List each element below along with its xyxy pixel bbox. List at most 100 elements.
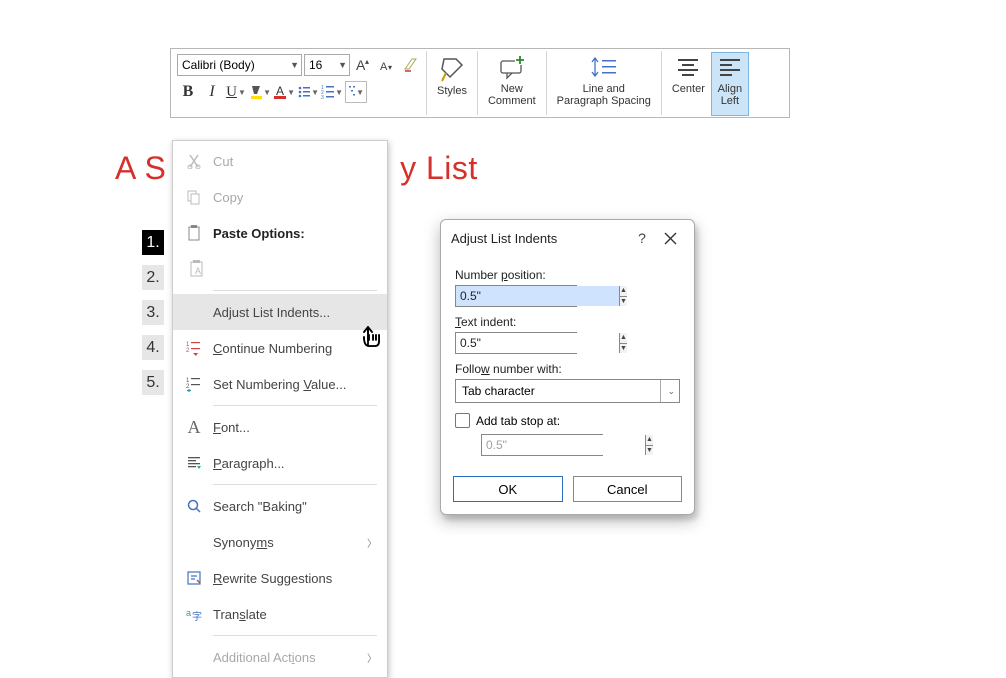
chevron-down-icon: ▼ [263, 88, 271, 97]
decrease-font-size-button[interactable]: A▾ [376, 54, 398, 76]
list-item[interactable]: 4. [142, 335, 164, 360]
styles-button[interactable]: Styles [431, 52, 473, 116]
follow-number-label: Follow number with: [455, 362, 680, 376]
menu-item-copy[interactable]: Copy [173, 179, 387, 215]
menu-item-cut[interactable]: Cut [173, 143, 387, 179]
dialog-buttons: OK Cancel [441, 466, 694, 514]
text-indent-spinner[interactable]: ▲▼ [455, 332, 577, 354]
line-spacing-button[interactable]: Line and Paragraph Spacing [551, 52, 657, 116]
pointer-cursor-icon [358, 324, 390, 356]
chevron-down-icon: ▼ [356, 88, 364, 97]
numbering-button[interactable]: 1 2 3 ▼ [321, 81, 343, 103]
font-name-combo[interactable]: Calibri (Body) ▼ [177, 54, 302, 76]
svg-text:A: A [380, 61, 388, 73]
underline-label: U [226, 84, 237, 101]
svg-text:A: A [195, 266, 201, 276]
font-color-icon: A [273, 84, 286, 100]
align-left-button[interactable]: Align Left [711, 52, 749, 116]
tab-stop-input [482, 435, 645, 455]
submenu-arrow-icon: 〉 [367, 535, 377, 550]
list-item[interactable]: 3. [142, 300, 164, 325]
number-position-spinner[interactable]: ▲▼ [455, 285, 577, 307]
menu-item-continue-numbering[interactable]: 12 Continue Numbering [173, 330, 387, 366]
svg-text:字: 字 [192, 610, 202, 622]
menu-item-set-numbering-value[interactable]: 12 Set Numbering Value... [173, 366, 387, 402]
chevron-down-icon: ⌄ [660, 380, 675, 402]
spinner-buttons: ▲▼ [645, 435, 653, 455]
copy-icon [183, 189, 205, 205]
menu-item-paragraph[interactable]: Paragraph... [173, 445, 387, 481]
menu-item-synonyms[interactable]: Synonyms 〉 [173, 524, 387, 560]
rewrite-icon [183, 570, 205, 586]
list-item[interactable]: 5. [142, 370, 164, 395]
clear-formatting-button[interactable] [400, 54, 422, 76]
new-comment-label-2: Comment [488, 95, 536, 107]
context-menu: Cut Copy Paste Options: A Adjust List In… [172, 140, 388, 678]
multilevel-list-icon [348, 84, 355, 100]
increase-font-size-button[interactable]: A▴ [352, 54, 374, 76]
help-button[interactable]: ? [628, 224, 656, 252]
spinner-down-icon[interactable]: ▼ [620, 344, 627, 354]
font-size-combo[interactable]: 16 ▼ [304, 54, 350, 76]
number-position-input[interactable] [456, 286, 619, 306]
bullets-button[interactable]: ▼ [297, 81, 319, 103]
italic-button[interactable]: I [201, 81, 223, 103]
menu-item-additional-actions[interactable]: Additional Actions 〉 [173, 639, 387, 675]
menu-item-rewrite[interactable]: Rewrite Suggestions [173, 560, 387, 596]
search-icon [183, 498, 205, 514]
underline-button[interactable]: U▼ [225, 81, 247, 103]
cancel-button[interactable]: Cancel [573, 476, 683, 502]
separator [213, 405, 377, 406]
menu-label: Font... [213, 420, 250, 435]
adjust-list-indents-dialog: Adjust List Indents ? Number position: ▲… [440, 219, 695, 515]
align-left-icon [717, 55, 743, 81]
cut-icon [183, 153, 205, 169]
font-color-button[interactable]: A ▼ [273, 81, 295, 103]
paste-text-icon: A [187, 260, 209, 278]
new-comment-button[interactable]: New Comment [482, 52, 542, 116]
font-size-value: 16 [309, 58, 322, 72]
bold-button[interactable]: B [177, 81, 199, 103]
menu-label: Search "Baking" [213, 499, 307, 514]
menu-item-adjust-list-indents[interactable]: Adjust List Indents... [173, 294, 387, 330]
svg-text:▾: ▾ [388, 63, 392, 72]
center-button[interactable]: Center [666, 52, 711, 116]
menu-item-paste-options: Paste Options: [173, 215, 387, 251]
menu-item-paste-keep-text[interactable]: A [173, 251, 387, 287]
spinner-down-icon: ▼ [646, 446, 653, 456]
menu-label: Cut [213, 154, 233, 169]
menu-item-translate[interactable]: a字 Translate [173, 596, 387, 632]
svg-text:2: 2 [186, 348, 190, 354]
menu-item-search[interactable]: Search "Baking" [173, 488, 387, 524]
menu-label: Synonyms [213, 535, 274, 550]
spinner-buttons[interactable]: ▲▼ [619, 333, 627, 353]
spinner-buttons[interactable]: ▲▼ [619, 286, 627, 306]
menu-label: Paragraph... [213, 456, 285, 471]
spinner-up-icon[interactable]: ▲ [620, 286, 627, 297]
dialog-titlebar: Adjust List Indents ? [441, 220, 694, 256]
menu-label: Copy [213, 190, 243, 205]
svg-text:a: a [186, 608, 191, 618]
multilevel-list-button[interactable]: ▼ [345, 81, 367, 103]
line-spacing-label-1: Line and [583, 83, 625, 95]
ok-button[interactable]: OK [453, 476, 563, 502]
svg-text:A: A [276, 84, 284, 98]
spinner-down-icon[interactable]: ▼ [620, 297, 627, 307]
list-item[interactable]: 1. [142, 230, 164, 255]
text-indent-input[interactable] [456, 333, 619, 353]
chevron-down-icon: ▼ [238, 88, 246, 97]
close-button[interactable] [656, 224, 684, 252]
add-tab-stop-checkbox[interactable]: Add tab stop at: [455, 413, 680, 428]
separator [213, 484, 377, 485]
line-spacing-label-2: Paragraph Spacing [557, 95, 651, 107]
menu-label: Rewrite Suggestions [213, 571, 332, 586]
highlight-button[interactable]: ▼ [249, 81, 271, 103]
spinner-up-icon[interactable]: ▲ [620, 333, 627, 344]
follow-number-value: Tab character [462, 384, 535, 398]
dialog-body: Number position: ▲▼ Text indent: ▲▼ Foll… [441, 256, 694, 466]
list-item[interactable]: 2. [142, 265, 164, 290]
menu-item-font[interactable]: A Font... [173, 409, 387, 445]
numbered-list: 1. 2. 3. 4. 5. [142, 230, 164, 395]
chevron-down-icon: ▼ [335, 88, 343, 97]
follow-number-dropdown[interactable]: Tab character ⌄ [455, 379, 680, 403]
